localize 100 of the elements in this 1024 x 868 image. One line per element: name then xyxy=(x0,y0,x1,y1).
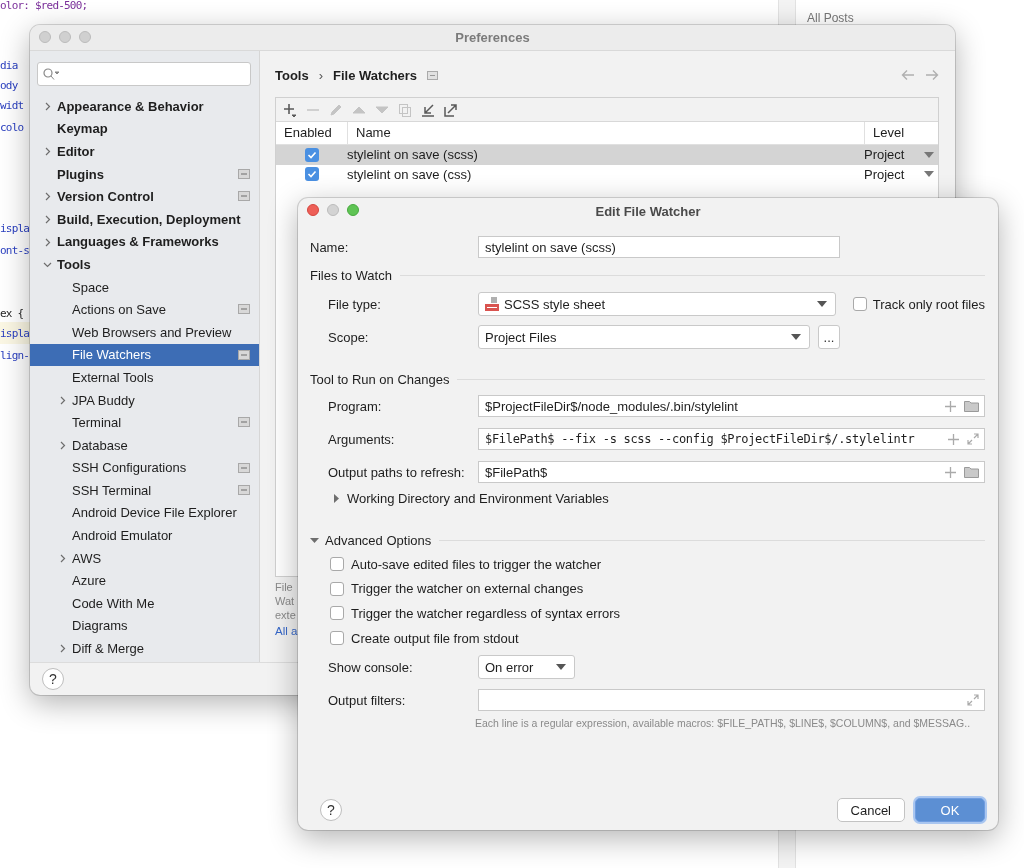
column-header[interactable]: Level xyxy=(864,122,938,144)
back-arrow-icon[interactable] xyxy=(901,69,915,81)
sidebar-item[interactable]: JPA Buddy xyxy=(30,388,259,412)
help-button[interactable]: ? xyxy=(320,799,342,821)
sidebar-item[interactable]: Web Browsers and Preview xyxy=(30,320,259,344)
chevron-right-icon[interactable] xyxy=(58,553,67,563)
code-line: olor: $red-500; xyxy=(0,0,88,14)
triangle-down-icon[interactable] xyxy=(310,536,319,545)
window-title: Preferences xyxy=(455,30,530,45)
sidebar-item[interactable]: Android Device File Explorer xyxy=(30,501,259,525)
checkbox-label: Auto-save edited files to trigger the watcher xyxy=(351,556,602,572)
search-field[interactable] xyxy=(37,62,251,86)
field-label: Output filters: xyxy=(328,692,407,708)
sidebar-item[interactable]: Build, Execution, Deployment xyxy=(30,207,259,231)
name-field[interactable]: stylelint on save (scss) xyxy=(478,236,840,258)
sidebar-item[interactable]: Diagrams xyxy=(30,614,259,638)
sidebar-item[interactable]: Space xyxy=(30,275,259,299)
code-line: ody xyxy=(0,78,18,94)
description-text: exte xyxy=(275,608,296,622)
column-header[interactable]: Enabled xyxy=(276,122,347,144)
sidebar-item[interactable]: External Tools xyxy=(30,366,259,389)
code-line: ont-s xyxy=(0,243,30,259)
checkbox[interactable] xyxy=(330,581,344,596)
window-control-icon[interactable] xyxy=(79,31,91,43)
breadcrumb-item: Tools xyxy=(275,67,309,83)
text-field[interactable]: $FilePath$ --fix -s scss --config $ProjectFileDir$/.stylelintr xyxy=(478,428,985,450)
sidebar-item[interactable]: Editor xyxy=(30,140,259,163)
window-control-icon[interactable] xyxy=(307,204,319,216)
field-label: Show console: xyxy=(328,659,414,675)
sidebar-item[interactable]: SSH Configurations xyxy=(30,456,259,480)
sidebar-item[interactable]: Keymap xyxy=(30,117,259,141)
table-cell-text: stylelint on save (scss) xyxy=(347,147,479,163)
code-line: ispla xyxy=(0,326,30,342)
file-type-dropdown[interactable]: SCSS style sheet xyxy=(478,292,836,316)
sidebar-item[interactable]: Version Control xyxy=(30,185,259,208)
sidebar-item[interactable]: Code With Me xyxy=(30,592,259,615)
chevron-right-icon[interactable] xyxy=(43,147,52,157)
sidebar-item[interactable]: AWS xyxy=(30,546,259,570)
plus-icon[interactable] xyxy=(282,101,298,118)
sidebar-item[interactable]: Tools xyxy=(30,253,259,276)
table-row[interactable]: stylelint on save (scss) Project xyxy=(276,145,938,165)
chevron-down-icon[interactable] xyxy=(43,260,52,270)
text-field[interactable]: $ProjectFileDir$/node_modules/.bin/stylelint xyxy=(478,395,985,417)
sidebar-item[interactable]: Actions on Save xyxy=(30,298,259,321)
window-control-icon[interactable] xyxy=(39,31,51,43)
caret-icon[interactable] xyxy=(924,171,934,178)
text-field[interactable]: $FilePath$ xyxy=(478,461,985,483)
checkbox[interactable] xyxy=(304,147,319,162)
checkbox[interactable] xyxy=(330,606,344,621)
section-title: Files to Watch xyxy=(310,268,392,283)
chevron-right-icon[interactable] xyxy=(43,214,52,224)
code-line: widt xyxy=(0,98,24,114)
sidebar-item[interactable]: Database xyxy=(30,433,259,457)
window-control-icon[interactable] xyxy=(347,204,359,216)
folder-icon[interactable] xyxy=(964,400,979,412)
chevron-right-icon[interactable] xyxy=(58,644,67,654)
checkbox[interactable] xyxy=(304,167,319,182)
sidebar-item[interactable]: Plugins xyxy=(30,162,259,186)
checkbox[interactable] xyxy=(852,297,867,311)
panel-title: All Posts xyxy=(807,11,854,25)
sidebar-item[interactable]: Terminal xyxy=(30,411,259,434)
window-control-icon[interactable] xyxy=(327,204,339,216)
column-header[interactable]: Name xyxy=(347,122,864,144)
table-row[interactable]: stylelint on save (css) Project xyxy=(276,164,938,184)
browse-button[interactable]: ... xyxy=(818,325,840,349)
link[interactable]: All a xyxy=(275,625,298,637)
caret-icon[interactable] xyxy=(924,151,934,158)
sidebar-item[interactable]: Languages & Frameworks xyxy=(30,230,259,254)
sidebar-item[interactable]: Appearance & Behavior xyxy=(30,95,259,118)
folder-icon[interactable] xyxy=(964,466,979,478)
hint-text: Each line is a regular expression, available macros: $FILE_PATH$, $LINE$, $COLUMN$, and $MESSAG.. xyxy=(475,717,971,730)
chevron-right-icon[interactable] xyxy=(43,237,52,247)
expand-icon[interactable] xyxy=(967,433,979,445)
chevron-right-icon[interactable] xyxy=(43,102,52,111)
chevron-right-icon[interactable] xyxy=(58,395,67,405)
checkbox-label: Trigger the watcher on external changes xyxy=(351,581,584,597)
cancel-button[interactable]: Cancel xyxy=(836,798,905,822)
export-icon[interactable] xyxy=(443,101,459,118)
stylesheet-file-icon xyxy=(485,297,499,311)
chevron-right-icon[interactable] xyxy=(58,440,67,450)
checkbox[interactable] xyxy=(330,631,344,646)
import-icon[interactable] xyxy=(420,101,436,118)
sidebar-item[interactable]: Android Emulator xyxy=(30,524,259,547)
section-title[interactable]: Advanced Options xyxy=(325,533,432,548)
forward-arrow-icon[interactable] xyxy=(925,69,939,81)
chevron-right-icon[interactable] xyxy=(43,192,52,202)
checkbox[interactable] xyxy=(330,557,344,572)
sidebar-item[interactable]: Diff & Merge xyxy=(30,637,259,660)
sidebar-item[interactable]: File Watchers xyxy=(30,343,259,367)
scope-dropdown[interactable]: Project Files xyxy=(478,325,810,349)
triangle-right-icon[interactable] xyxy=(332,494,341,503)
collapsible-section[interactable]: Working Directory and Environment Variables xyxy=(347,491,609,506)
help-button[interactable]: ? xyxy=(42,668,64,690)
console-dropdown[interactable]: On error xyxy=(478,655,575,680)
section-title: Tool to Run on Changes xyxy=(310,372,450,387)
window-control-icon[interactable] xyxy=(59,31,71,43)
sidebar-item[interactable]: SSH Terminal xyxy=(30,479,259,502)
sidebar-item[interactable]: Azure xyxy=(30,569,259,593)
expand-icon[interactable] xyxy=(967,694,979,707)
output-filters-field[interactable] xyxy=(478,689,985,712)
